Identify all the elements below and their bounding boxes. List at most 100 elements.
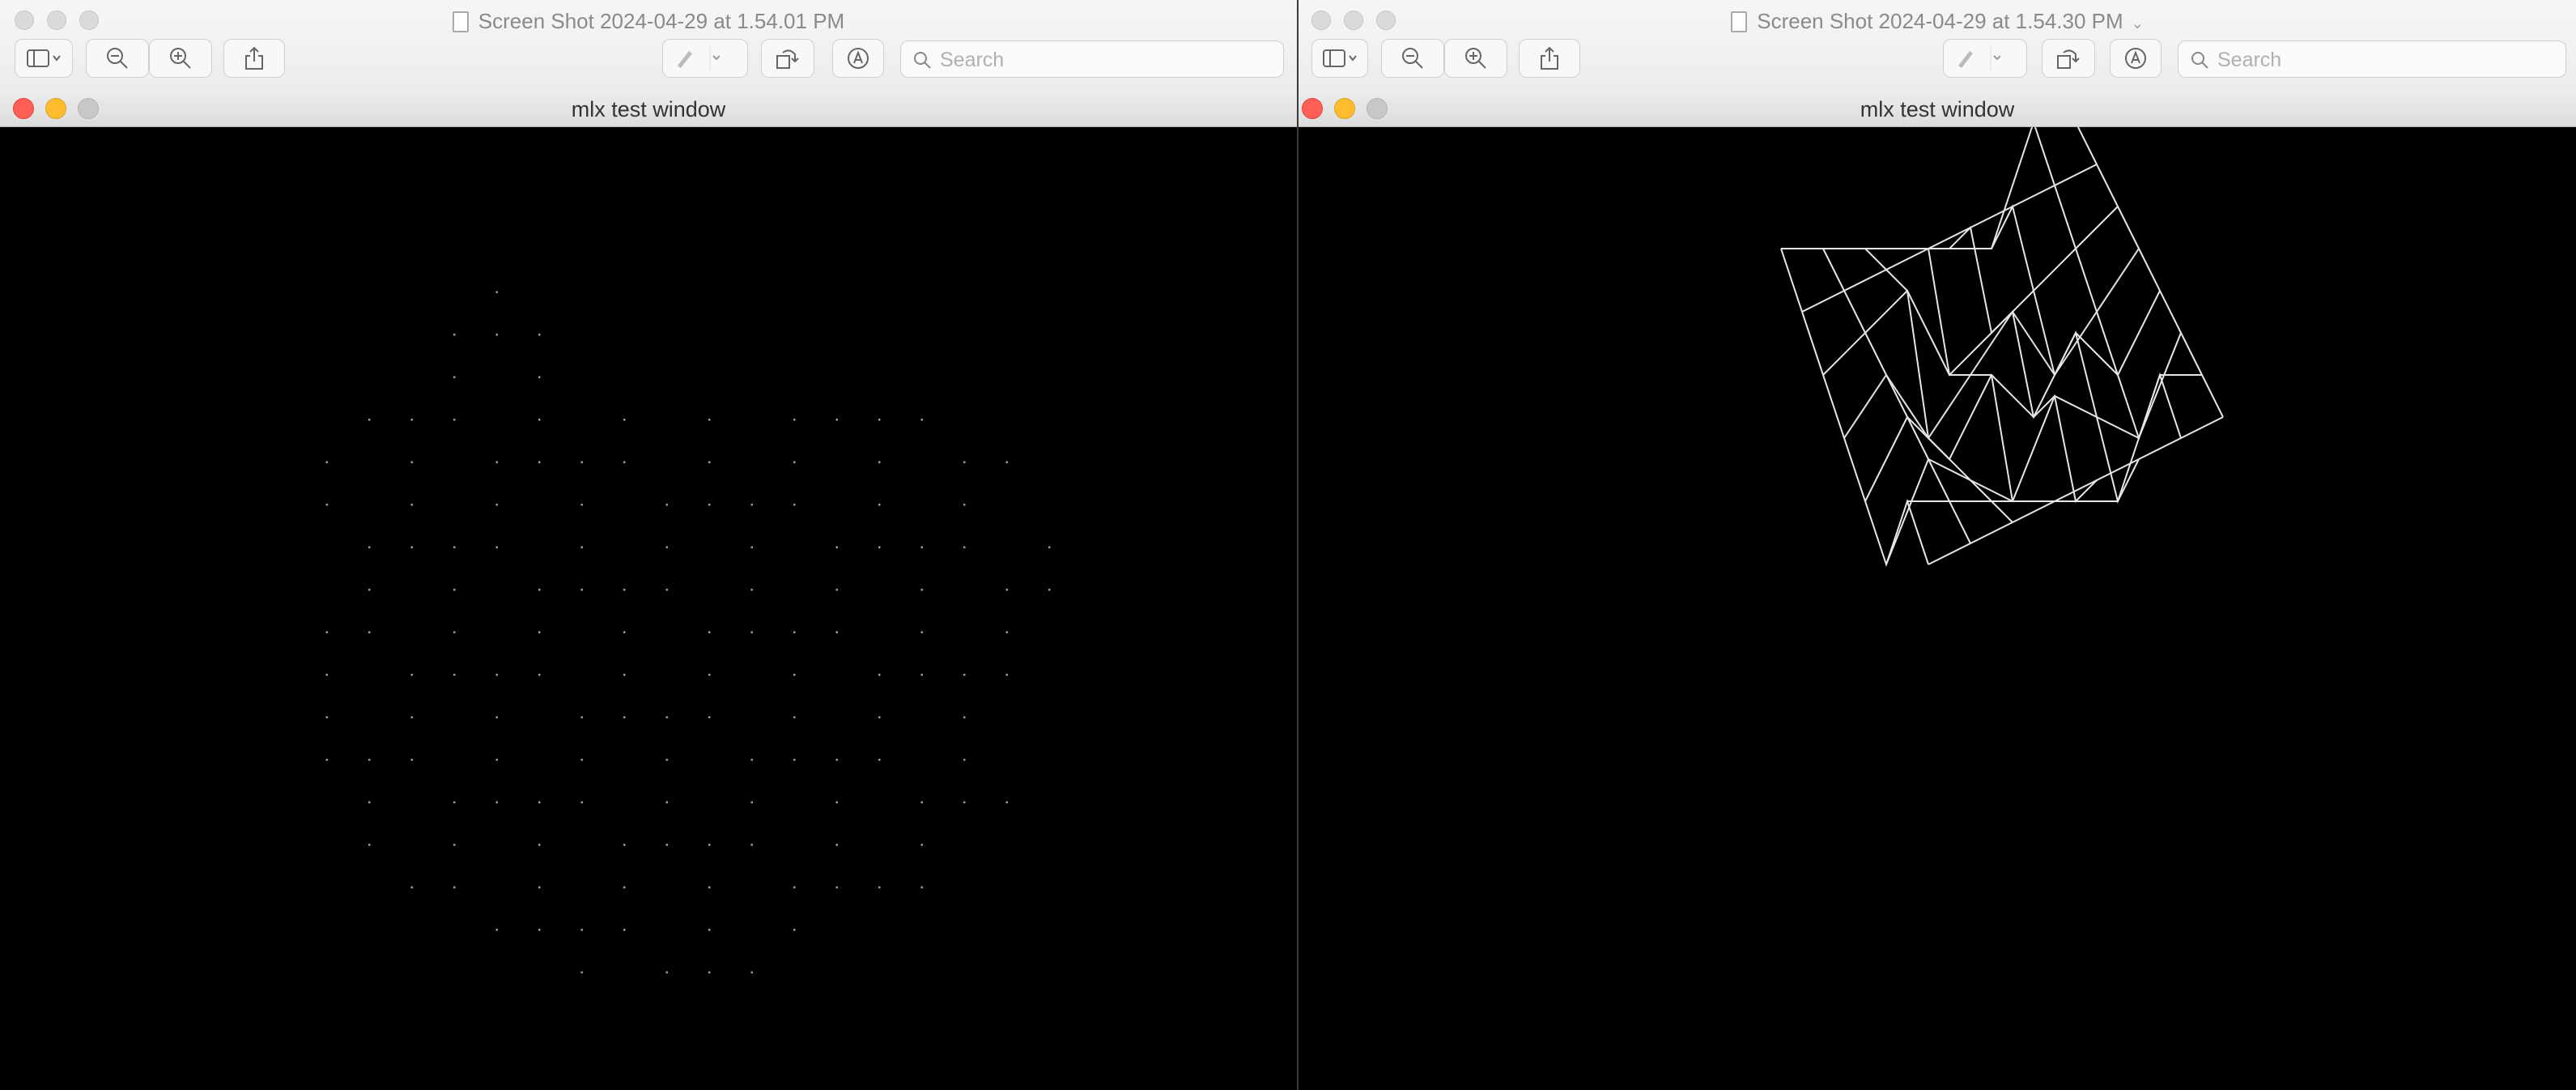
point: [410, 886, 413, 888]
point: [623, 419, 626, 421]
search-input[interactable]: [938, 46, 1248, 74]
point: [538, 376, 541, 378]
wire-column: [2077, 127, 2224, 418]
wireframe-render: [1780, 127, 2224, 568]
point: [665, 546, 668, 548]
zoom-in-button[interactable]: [149, 39, 212, 78]
point: [410, 716, 413, 718]
mlx-window-title: mlx test window: [571, 97, 726, 121]
sidebar-toggle-button[interactable]: [1311, 39, 1368, 78]
markup-pen-icon: [678, 46, 720, 70]
point: [453, 589, 456, 591]
point: [878, 886, 881, 888]
point: [453, 419, 456, 421]
share-button[interactable]: [223, 39, 285, 78]
point: [410, 674, 413, 676]
document-title-text: Screen Shot 2024-04-29 at 1.54.01 PM: [478, 9, 845, 33]
point: [665, 759, 668, 761]
point: [963, 716, 966, 718]
point: [963, 546, 966, 548]
zoom-out-button[interactable]: [1381, 39, 1444, 78]
annotate-button[interactable]: [832, 39, 884, 78]
rotate-button[interactable]: [761, 39, 814, 78]
search-field[interactable]: [900, 40, 1284, 78]
point: [665, 716, 668, 718]
point: [580, 504, 583, 506]
point: [410, 419, 413, 421]
point: [878, 504, 881, 506]
point: [623, 674, 626, 676]
point: [708, 461, 711, 463]
point: [368, 419, 371, 421]
point: [453, 886, 456, 888]
point: [623, 886, 626, 888]
zoom-in-button[interactable]: [1444, 39, 1507, 78]
point: [538, 631, 541, 633]
point: [1005, 589, 1008, 591]
point: [835, 546, 838, 548]
share-icon: [245, 46, 263, 70]
point: [325, 461, 328, 463]
point: [750, 631, 753, 633]
chevron-down-icon[interactable]: ⌄: [2132, 15, 2144, 32]
share-button[interactable]: [1519, 39, 1580, 78]
point: [623, 844, 626, 846]
point: [878, 716, 881, 718]
point: [410, 504, 413, 506]
mlx-titlebar[interactable]: mlx test window: [0, 91, 1297, 127]
point-cloud-render: [325, 291, 1051, 973]
point: [920, 844, 923, 846]
preview-titlebar[interactable]: Screen Shot 2024-04-29 at 1.54.30 PM ⌄: [1299, 0, 2576, 92]
point: [835, 801, 838, 803]
point: [920, 886, 923, 888]
mlx-canvas[interactable]: [0, 127, 1297, 1090]
point: [793, 419, 796, 421]
zoom-out-button[interactable]: [86, 39, 149, 78]
wire-row: [1781, 127, 2034, 249]
point: [453, 631, 456, 633]
search-field[interactable]: [2178, 40, 2566, 78]
mlx-titlebar[interactable]: mlx test window: [1299, 91, 2576, 127]
point: [835, 886, 838, 888]
point: [495, 674, 498, 676]
sidebar-icon: [27, 49, 61, 67]
point: [538, 844, 541, 846]
point: [878, 419, 881, 421]
preview-titlebar[interactable]: Screen Shot 2024-04-29 at 1.54.01 PM: [0, 0, 1297, 92]
point: [495, 461, 498, 463]
wire-row: [1864, 290, 2161, 502]
document-title[interactable]: Screen Shot 2024-04-29 at 1.54.30 PM ⌄: [1299, 8, 2576, 36]
point: [750, 504, 753, 506]
sidebar-icon: [1323, 49, 1357, 67]
point: [368, 631, 371, 633]
point: [368, 801, 371, 803]
point: [963, 801, 966, 803]
wire-column: [1991, 204, 2140, 504]
point: [410, 546, 413, 548]
annotate-button[interactable]: [2110, 39, 2162, 78]
point: [368, 844, 371, 846]
search-input[interactable]: [2216, 46, 2529, 74]
preview-window-left: Screen Shot 2024-04-29 at 1.54.01 PM Sea…: [0, 0, 1297, 1090]
point: [495, 291, 498, 293]
point: [325, 674, 328, 676]
wire-column: [2034, 127, 2182, 441]
mlx-canvas[interactable]: [1299, 127, 2576, 1090]
point: [495, 759, 498, 761]
wire-row: [1928, 416, 2224, 565]
markup-button[interactable]: [1943, 39, 2027, 78]
point: [453, 546, 456, 548]
markup-button[interactable]: [662, 39, 748, 78]
document-title[interactable]: Screen Shot 2024-04-29 at 1.54.01 PM: [0, 8, 1297, 34]
point: [1048, 589, 1051, 591]
wire-row: [1801, 164, 2098, 313]
point: [920, 589, 923, 591]
wire-column: [1780, 248, 1929, 568]
point: [708, 971, 711, 973]
point: [708, 504, 711, 506]
point: [708, 844, 711, 846]
rotate-button[interactable]: [2042, 39, 2095, 78]
sidebar-toggle-button[interactable]: [15, 39, 73, 78]
point: [368, 589, 371, 591]
point: [793, 716, 796, 718]
